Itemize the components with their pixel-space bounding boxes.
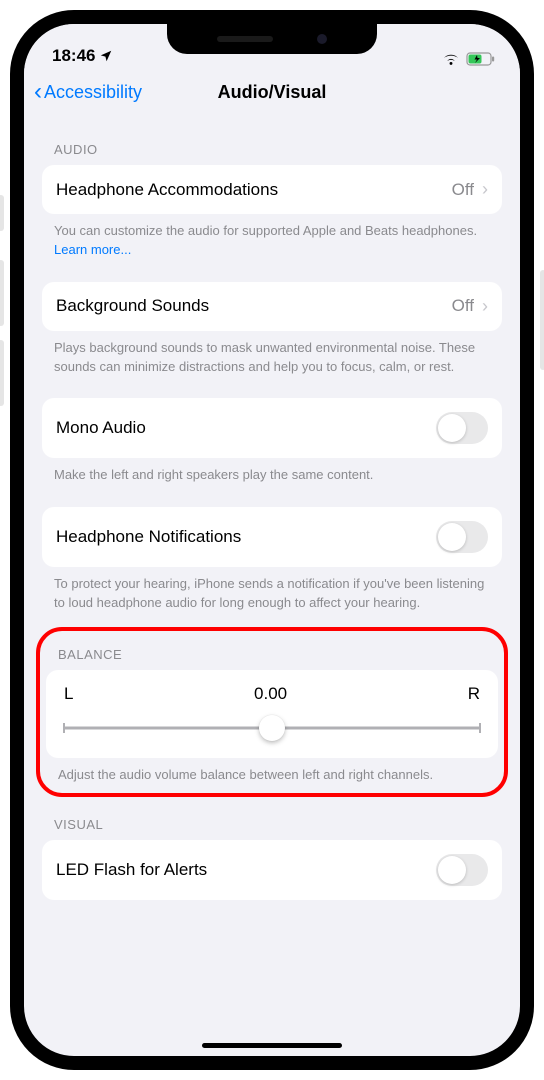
footer-background-sounds: Plays background sounds to mask unwanted… [42,331,502,377]
row-label: LED Flash for Alerts [56,860,207,880]
section-header-visual: VISUAL [42,797,502,840]
row-led-flash: LED Flash for Alerts [42,840,502,900]
chevron-left-icon: ‹ [34,80,42,104]
row-label: Background Sounds [56,296,209,316]
chevron-right-icon: › [482,179,488,200]
section-header-balance: BALANCE [46,633,498,670]
row-label: Mono Audio [56,418,146,438]
balance-value: 0.00 [254,684,287,704]
footer-balance: Adjust the audio volume balance between … [46,758,498,785]
page-title: Audio/Visual [218,82,327,103]
notch [167,24,377,54]
side-button [540,270,544,370]
footer-mono-audio: Make the left and right speakers play th… [42,458,502,485]
row-label: Headphone Accommodations [56,180,278,200]
row-value: Off [452,296,474,316]
highlight-box: BALANCE L 0.00 R Adjust the audio volume… [36,627,508,797]
slider-tick-left [63,723,65,733]
balance-right-label: R [468,684,480,704]
learn-more-link[interactable]: Learn more... [54,242,131,257]
slider-tick-right [479,723,481,733]
silent-switch [0,195,4,231]
battery-icon [466,52,496,66]
nav-bar: ‹ Accessibility Audio/Visual [24,68,520,116]
status-time: 18:46 [52,46,95,66]
toggle-headphone-notifications[interactable] [436,521,488,553]
row-headphone-notifications: Headphone Notifications [42,507,502,567]
wifi-icon [442,52,460,66]
toggle-mono-audio[interactable] [436,412,488,444]
chevron-right-icon: › [482,296,488,317]
row-label: Headphone Notifications [56,527,241,547]
row-background-sounds[interactable]: Background Sounds Off › [42,282,502,331]
back-button[interactable]: ‹ Accessibility [34,80,142,104]
device-frame: 18:46 [0,0,544,1080]
row-mono-audio: Mono Audio [42,398,502,458]
volume-up-button [0,260,4,326]
footer-headphone-accom: You can customize the audio for supporte… [42,214,502,260]
content: AUDIO Headphone Accommodations Off › You… [24,116,520,1038]
balance-left-label: L [64,684,73,704]
row-value: Off [452,180,474,200]
footer-headphone-notifications: To protect your hearing, iPhone sends a … [42,567,502,613]
balance-slider[interactable] [64,716,480,740]
back-label: Accessibility [44,82,142,103]
slider-thumb[interactable] [259,715,285,741]
screen: 18:46 [10,10,534,1070]
row-headphone-accommodations[interactable]: Headphone Accommodations Off › [42,165,502,214]
balance-cell: L 0.00 R [46,670,498,758]
location-icon [99,49,113,63]
volume-down-button [0,340,4,406]
section-header-audio: AUDIO [42,116,502,165]
toggle-led-flash[interactable] [436,854,488,886]
home-indicator[interactable] [202,1043,342,1048]
